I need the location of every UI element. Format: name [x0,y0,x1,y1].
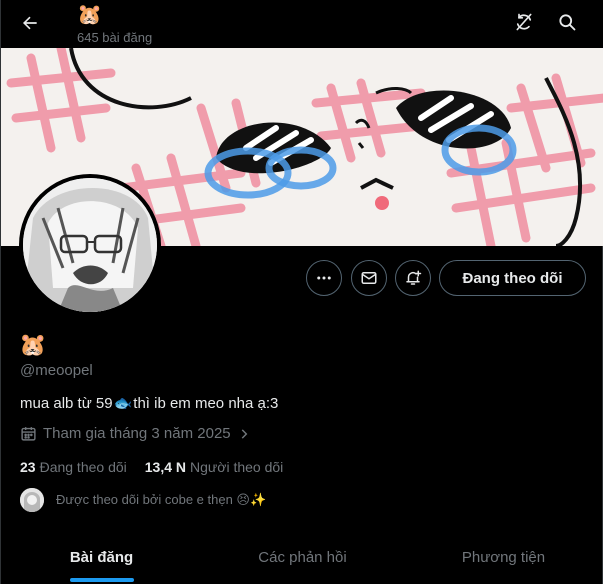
followed-by[interactable]: Được theo dõi bởi cobe e thẹn 😣✨ [20,488,266,512]
avatar-image [23,178,157,312]
followers-label: Người theo dõi [190,459,284,475]
search-icon [559,14,576,31]
message-icon [361,272,377,284]
notification-plus-icon [406,270,422,285]
notification-button[interactable] [395,260,431,296]
post-count: 645 bài đăng [77,30,153,45]
tab-media[interactable]: Phương tiện [403,530,603,584]
tab-media-label: Phương tiện [461,548,546,566]
active-tab-indicator [69,578,134,582]
profile-page: 🐹 645 bài đăng Đang theo dõi 🐹 @meoopel … [0,0,603,584]
join-date-text: Tham gia tháng 3 năm 2025 [43,425,231,442]
message-button[interactable] [351,260,387,296]
follower-avatar [20,488,44,512]
tab-replies[interactable]: Các phản hồi [202,530,403,584]
join-date: Tham gia tháng 3 năm 2025 [20,425,251,442]
following-count: 23 [20,459,36,475]
bio-text-start: mua alb từ 59 [20,394,113,412]
follower-avatar-image [20,488,44,512]
display-name: 🐹 [19,333,47,358]
following-label: Đang theo dõi [39,459,127,475]
top-bar: 🐹 645 bài đăng [1,0,603,48]
more-icon [317,276,331,280]
following-stat[interactable]: 23 Đang theo dõi [20,459,127,475]
profile-name-header: 🐹 [77,2,102,26]
back-button[interactable] [13,6,47,40]
followers-stat[interactable]: 13,4 N Người theo dõi [145,459,284,475]
following-button[interactable]: Đang theo dõi [439,260,586,296]
profile-tabs: Bài đăng Các phản hồi Phương tiện [1,530,603,584]
tab-replies-label: Các phản hồi [258,548,347,566]
fish-emoji: 🐟 [113,395,133,412]
username-handle: @meoopel [20,362,93,379]
arrow-left-icon [22,16,37,30]
avatar-illustration [23,178,157,312]
chevron-right-icon[interactable] [237,427,251,441]
more-button[interactable] [306,260,342,296]
tab-posts-label: Bài đăng [69,548,134,566]
followed-by-text: Được theo dõi bởi cobe e thẹn 😣✨ [56,492,267,507]
bio-text-end: thì ib em meo nha ạ:3 [133,394,279,412]
rotate-slash-button[interactable] [509,7,539,37]
calendar-icon [21,427,36,441]
rotate-slash-icon [516,13,532,31]
tab-posts[interactable]: Bài đăng [1,530,202,584]
search-button[interactable] [552,7,582,37]
follow-stats: 23 Đang theo dõi 13,4 N Người theo dõi [20,459,283,475]
followers-count: 13,4 N [144,459,187,475]
profile-avatar[interactable] [19,174,161,316]
profile-bio: mua alb từ 59 🐟 thì ib em meo nha ạ:3 [20,394,279,413]
